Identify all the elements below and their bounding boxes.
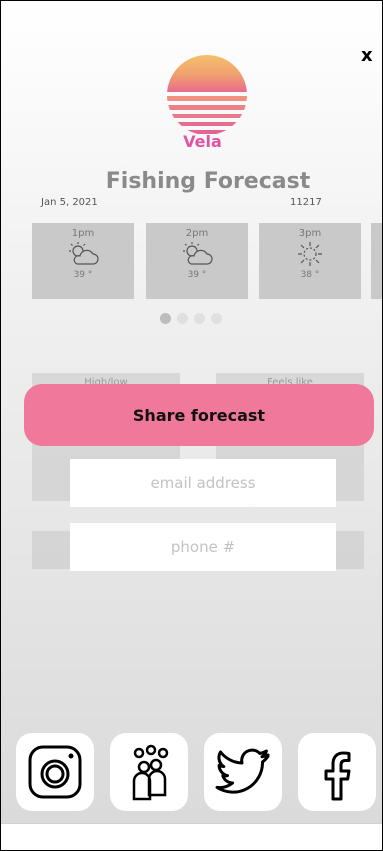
hour-time: 3pm <box>298 228 322 239</box>
facebook-icon <box>324 751 351 801</box>
hourly-card[interactable]: 2pm 39 ° <box>146 223 248 299</box>
hourly-card[interactable]: 1pm 39 ° <box>32 223 134 299</box>
share-forecast-button[interactable]: Share forecast <box>24 384 374 446</box>
brand-name: Vela <box>183 132 222 151</box>
pagination-dot[interactable] <box>211 313 222 324</box>
hour-time: 2pm <box>185 228 209 239</box>
zip-code: 11217 <box>290 197 322 208</box>
vela-logo <box>167 55 247 134</box>
twitter-icon <box>215 748 270 794</box>
app-screen: x Vela Fishing Forecast Jan 5, 2021 1121… <box>0 0 383 851</box>
forecast-date: Jan 5, 2021 <box>41 197 98 208</box>
hourly-card-partial[interactable] <box>371 223 382 299</box>
hour-time: 1pm <box>71 228 95 239</box>
phone-field[interactable] <box>70 523 336 571</box>
pagination-dot[interactable] <box>177 313 188 324</box>
close-button[interactable]: x <box>361 45 373 66</box>
page-title: Fishing Forecast <box>105 169 311 194</box>
hour-temp: 39 ° <box>187 270 207 280</box>
pagination-dots <box>160 313 222 324</box>
sunny-icon <box>259 239 361 267</box>
hour-temp: 39 ° <box>73 270 93 280</box>
email-field[interactable] <box>70 459 336 507</box>
hour-temp: 38 ° <box>300 270 320 280</box>
groups-icon <box>132 744 169 801</box>
pagination-dot[interactable] <box>194 313 205 324</box>
facebook-button[interactable] <box>298 733 376 811</box>
twitter-button[interactable] <box>204 733 282 811</box>
partly-cloudy-icon <box>32 239 134 267</box>
hourly-card[interactable]: 3pm 38 ° <box>259 223 361 299</box>
instagram-icon <box>28 745 82 799</box>
bottom-bar <box>1 823 382 850</box>
partly-cloudy-icon <box>146 239 248 267</box>
groups-button[interactable] <box>110 733 188 811</box>
pagination-dot[interactable] <box>160 313 171 324</box>
instagram-button[interactable] <box>16 733 94 811</box>
